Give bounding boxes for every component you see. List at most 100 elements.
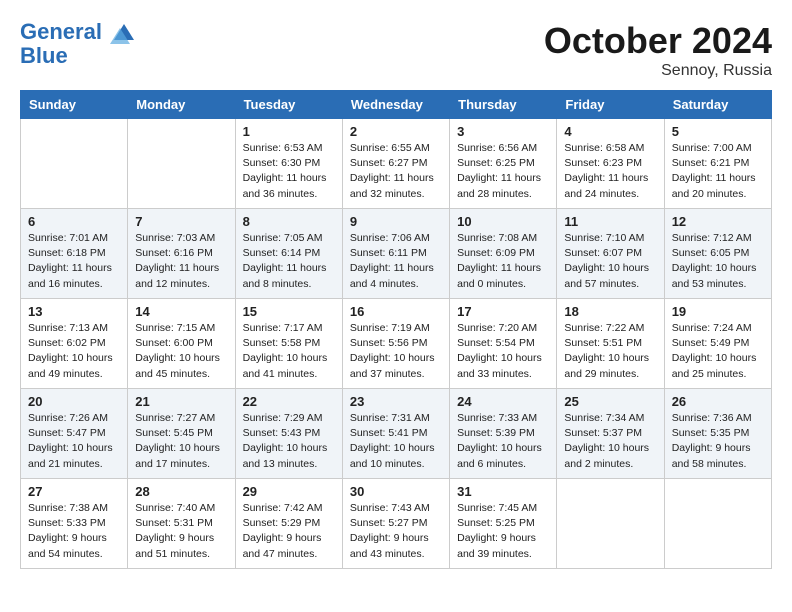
daylight-text: Daylight: 10 hours and 53 minutes. bbox=[672, 262, 757, 289]
sunrise-text: Sunrise: 7:27 AM bbox=[135, 412, 215, 424]
logo-general: General bbox=[20, 19, 102, 44]
sunrise-text: Sunrise: 7:43 AM bbox=[350, 502, 430, 514]
sunrise-text: Sunrise: 7:03 AM bbox=[135, 232, 215, 244]
sunrise-text: Sunrise: 7:31 AM bbox=[350, 412, 430, 424]
cell-content: Sunrise: 7:01 AM Sunset: 6:18 PM Dayligh… bbox=[28, 231, 120, 292]
sunset-text: Sunset: 5:31 PM bbox=[135, 517, 213, 529]
sunrise-text: Sunrise: 6:55 AM bbox=[350, 142, 430, 154]
sunset-text: Sunset: 6:14 PM bbox=[243, 247, 321, 259]
sunset-text: Sunset: 6:02 PM bbox=[28, 337, 106, 349]
sunset-text: Sunset: 5:58 PM bbox=[243, 337, 321, 349]
day-number: 7 bbox=[135, 214, 227, 229]
cell-content: Sunrise: 7:03 AM Sunset: 6:16 PM Dayligh… bbox=[135, 231, 227, 292]
sunrise-text: Sunrise: 7:33 AM bbox=[457, 412, 537, 424]
daylight-text: Daylight: 9 hours and 58 minutes. bbox=[672, 442, 751, 469]
daylight-text: Daylight: 10 hours and 41 minutes. bbox=[243, 352, 328, 379]
sunrise-text: Sunrise: 7:34 AM bbox=[564, 412, 644, 424]
calendar-week-row: 27 Sunrise: 7:38 AM Sunset: 5:33 PM Dayl… bbox=[21, 479, 772, 569]
calendar-cell bbox=[664, 479, 771, 569]
day-number: 6 bbox=[28, 214, 120, 229]
daylight-text: Daylight: 9 hours and 51 minutes. bbox=[135, 532, 214, 559]
day-number: 18 bbox=[564, 304, 656, 319]
calendar-cell: 3 Sunrise: 6:56 AM Sunset: 6:25 PM Dayli… bbox=[450, 119, 557, 209]
sunset-text: Sunset: 6:23 PM bbox=[564, 157, 642, 169]
weekday-header: Tuesday bbox=[235, 91, 342, 119]
daylight-text: Daylight: 10 hours and 45 minutes. bbox=[135, 352, 220, 379]
daylight-text: Daylight: 11 hours and 28 minutes. bbox=[457, 172, 541, 199]
daylight-text: Daylight: 11 hours and 0 minutes. bbox=[457, 262, 541, 289]
sunrise-text: Sunrise: 7:29 AM bbox=[243, 412, 323, 424]
day-number: 11 bbox=[564, 214, 656, 229]
sunrise-text: Sunrise: 7:01 AM bbox=[28, 232, 108, 244]
sunset-text: Sunset: 5:41 PM bbox=[350, 427, 428, 439]
calendar-cell: 26 Sunrise: 7:36 AM Sunset: 5:35 PM Dayl… bbox=[664, 389, 771, 479]
calendar-cell: 30 Sunrise: 7:43 AM Sunset: 5:27 PM Dayl… bbox=[342, 479, 449, 569]
calendar-week-row: 6 Sunrise: 7:01 AM Sunset: 6:18 PM Dayli… bbox=[21, 209, 772, 299]
daylight-text: Daylight: 11 hours and 4 minutes. bbox=[350, 262, 434, 289]
cell-content: Sunrise: 7:08 AM Sunset: 6:09 PM Dayligh… bbox=[457, 231, 549, 292]
cell-content: Sunrise: 7:33 AM Sunset: 5:39 PM Dayligh… bbox=[457, 411, 549, 472]
sunset-text: Sunset: 6:11 PM bbox=[350, 247, 427, 259]
location: Sennoy, Russia bbox=[544, 62, 772, 80]
day-number: 13 bbox=[28, 304, 120, 319]
sunset-text: Sunset: 5:27 PM bbox=[350, 517, 428, 529]
cell-content: Sunrise: 7:26 AM Sunset: 5:47 PM Dayligh… bbox=[28, 411, 120, 472]
sunrise-text: Sunrise: 6:58 AM bbox=[564, 142, 644, 154]
daylight-text: Daylight: 9 hours and 39 minutes. bbox=[457, 532, 536, 559]
logo: General Blue bbox=[20, 20, 138, 68]
daylight-text: Daylight: 10 hours and 49 minutes. bbox=[28, 352, 113, 379]
month-title: October 2024 bbox=[544, 20, 772, 62]
day-number: 3 bbox=[457, 124, 549, 139]
sunrise-text: Sunrise: 7:12 AM bbox=[672, 232, 752, 244]
daylight-text: Daylight: 10 hours and 57 minutes. bbox=[564, 262, 649, 289]
calendar-cell: 8 Sunrise: 7:05 AM Sunset: 6:14 PM Dayli… bbox=[235, 209, 342, 299]
cell-content: Sunrise: 7:42 AM Sunset: 5:29 PM Dayligh… bbox=[243, 501, 335, 562]
daylight-text: Daylight: 10 hours and 13 minutes. bbox=[243, 442, 328, 469]
day-number: 23 bbox=[350, 394, 442, 409]
sunrise-text: Sunrise: 7:19 AM bbox=[350, 322, 430, 334]
sunrise-text: Sunrise: 6:56 AM bbox=[457, 142, 537, 154]
sunrise-text: Sunrise: 7:24 AM bbox=[672, 322, 752, 334]
day-number: 27 bbox=[28, 484, 120, 499]
daylight-text: Daylight: 11 hours and 24 minutes. bbox=[564, 172, 648, 199]
sunrise-text: Sunrise: 6:53 AM bbox=[243, 142, 323, 154]
sunset-text: Sunset: 6:00 PM bbox=[135, 337, 213, 349]
day-number: 2 bbox=[350, 124, 442, 139]
calendar-cell: 28 Sunrise: 7:40 AM Sunset: 5:31 PM Dayl… bbox=[128, 479, 235, 569]
day-number: 1 bbox=[243, 124, 335, 139]
sunset-text: Sunset: 6:18 PM bbox=[28, 247, 106, 259]
sunset-text: Sunset: 5:33 PM bbox=[28, 517, 106, 529]
calendar-cell: 13 Sunrise: 7:13 AM Sunset: 6:02 PM Dayl… bbox=[21, 299, 128, 389]
calendar-cell bbox=[557, 479, 664, 569]
calendar-cell: 11 Sunrise: 7:10 AM Sunset: 6:07 PM Dayl… bbox=[557, 209, 664, 299]
weekday-header: Thursday bbox=[450, 91, 557, 119]
cell-content: Sunrise: 7:05 AM Sunset: 6:14 PM Dayligh… bbox=[243, 231, 335, 292]
sunset-text: Sunset: 5:29 PM bbox=[243, 517, 321, 529]
day-number: 15 bbox=[243, 304, 335, 319]
calendar-cell: 2 Sunrise: 6:55 AM Sunset: 6:27 PM Dayli… bbox=[342, 119, 449, 209]
sunset-text: Sunset: 5:56 PM bbox=[350, 337, 428, 349]
calendar-cell: 10 Sunrise: 7:08 AM Sunset: 6:09 PM Dayl… bbox=[450, 209, 557, 299]
day-number: 10 bbox=[457, 214, 549, 229]
calendar-cell: 22 Sunrise: 7:29 AM Sunset: 5:43 PM Dayl… bbox=[235, 389, 342, 479]
weekday-header: Friday bbox=[557, 91, 664, 119]
sunrise-text: Sunrise: 7:40 AM bbox=[135, 502, 215, 514]
calendar-cell: 4 Sunrise: 6:58 AM Sunset: 6:23 PM Dayli… bbox=[557, 119, 664, 209]
calendar-cell: 20 Sunrise: 7:26 AM Sunset: 5:47 PM Dayl… bbox=[21, 389, 128, 479]
daylight-text: Daylight: 11 hours and 16 minutes. bbox=[28, 262, 112, 289]
calendar-cell: 25 Sunrise: 7:34 AM Sunset: 5:37 PM Dayl… bbox=[557, 389, 664, 479]
daylight-text: Daylight: 10 hours and 10 minutes. bbox=[350, 442, 435, 469]
calendar-cell: 5 Sunrise: 7:00 AM Sunset: 6:21 PM Dayli… bbox=[664, 119, 771, 209]
cell-content: Sunrise: 7:29 AM Sunset: 5:43 PM Dayligh… bbox=[243, 411, 335, 472]
sunrise-text: Sunrise: 7:15 AM bbox=[135, 322, 215, 334]
daylight-text: Daylight: 11 hours and 20 minutes. bbox=[672, 172, 756, 199]
daylight-text: Daylight: 10 hours and 6 minutes. bbox=[457, 442, 542, 469]
sunrise-text: Sunrise: 7:42 AM bbox=[243, 502, 323, 514]
day-number: 4 bbox=[564, 124, 656, 139]
calendar-week-row: 1 Sunrise: 6:53 AM Sunset: 6:30 PM Dayli… bbox=[21, 119, 772, 209]
day-number: 14 bbox=[135, 304, 227, 319]
weekday-header: Monday bbox=[128, 91, 235, 119]
cell-content: Sunrise: 7:31 AM Sunset: 5:41 PM Dayligh… bbox=[350, 411, 442, 472]
day-number: 22 bbox=[243, 394, 335, 409]
day-number: 5 bbox=[672, 124, 764, 139]
